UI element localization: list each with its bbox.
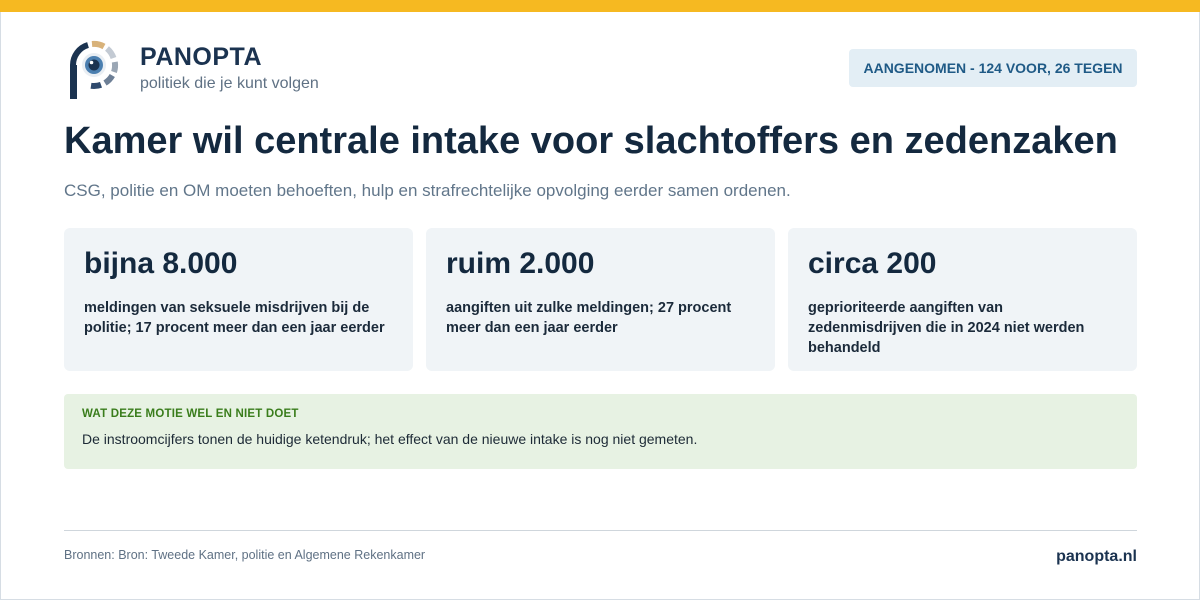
note-title: WAT DEZE MOTIE WEL EN NIET DOET — [82, 408, 299, 420]
brand-tagline: politiek die je kunt volgen — [140, 75, 319, 92]
note-text: De instroomcijfers tonen de huidige kete… — [82, 431, 698, 447]
stat-card-aangiften: ruim 2.000 aangiften uit zulke meldingen… — [426, 228, 775, 371]
stat-card-geprioriteerd: circa 200 geprioriteerde aangiften van z… — [788, 228, 1137, 371]
stat-card-meldingen: bijna 8.000 meldingen van seksuele misdr… — [64, 228, 413, 371]
site-link[interactable]: panopta.nl — [1056, 548, 1137, 566]
stat-value: ruim 2.000 — [446, 247, 595, 280]
stat-description: aangiften uit zulke meldingen; 27 procen… — [446, 300, 732, 336]
brand-name: PANOPTA — [140, 43, 263, 71]
page-subtitle: CSG, politie en OM moeten behoeften, hul… — [64, 181, 791, 200]
sources-text: Bronnen: Bron: Tweede Kamer, politie en … — [64, 548, 426, 562]
stat-value: circa 200 — [808, 247, 937, 280]
panopta-logo-icon — [70, 40, 119, 99]
vote-status-badge: AANGENOMEN - 124 VOOR, 26 TEGEN — [849, 49, 1137, 87]
motion-note: WAT DEZE MOTIE WEL EN NIET DOET De instr… — [64, 394, 1137, 469]
stat-value: bijna 8.000 — [84, 247, 238, 280]
stat-description: meldingen van seksuele misdrijven bij de… — [84, 300, 385, 336]
top-accent-bar — [0, 0, 1200, 12]
page-title: Kamer wil centrale intake voor slachtoff… — [64, 120, 1118, 162]
footer-divider — [64, 530, 1137, 531]
stat-description: geprioriteerde aangiften van zedenmisdri… — [808, 300, 1085, 356]
